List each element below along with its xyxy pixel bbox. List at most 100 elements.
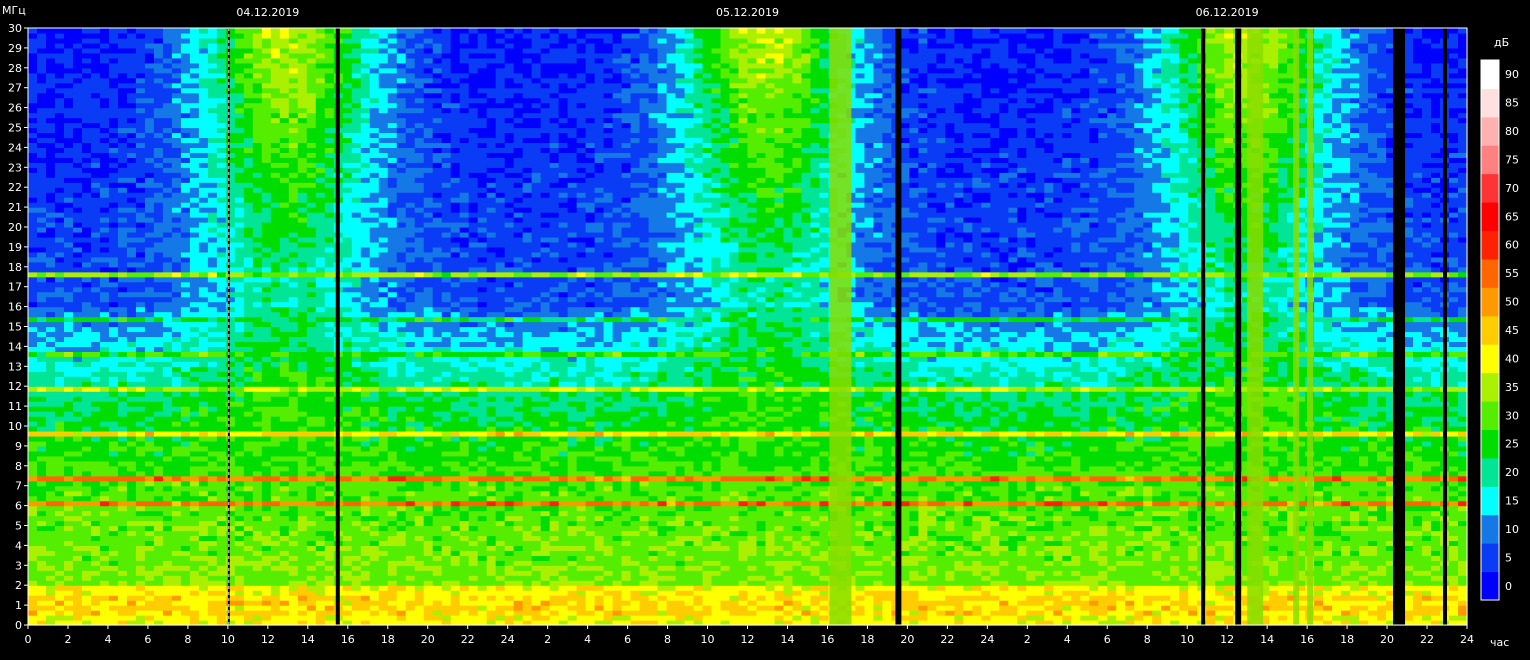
heatmap-cell [225,67,236,74]
heatmap-cell [261,371,272,377]
heatmap-cell [45,107,56,114]
heatmap-cell [360,286,371,293]
heatmap-cell [288,147,299,153]
heatmap-cell [54,167,65,173]
heatmap-cell [387,460,398,467]
heatmap-cell [360,530,371,537]
heatmap-cell [180,435,191,442]
heatmap-cell [198,560,209,566]
heatmap-cell [306,316,317,323]
heatmap-cell [171,460,182,467]
heatmap-cell [189,416,200,422]
heatmap-cell [180,202,191,208]
heatmap-cell [288,331,299,338]
heatmap-cell [54,142,65,148]
heatmap-cell [189,366,200,372]
heatmap-cell [180,610,191,616]
heatmap-cell [378,411,389,417]
heatmap-cell [360,416,371,422]
heatmap-cell [162,510,173,517]
heatmap-cell [63,167,74,173]
heatmap-cell [261,460,272,467]
heatmap-cell [252,366,263,372]
heatmap-cell [234,157,245,163]
heatmap-cell [252,361,263,367]
heatmap-cell [279,540,290,546]
heatmap-cell [180,82,191,89]
heatmap-cell [297,172,308,178]
heatmap-cell [28,117,38,124]
heatmap-cell [351,490,362,497]
heatmap-cell [288,416,299,422]
heatmap-cell [153,266,164,273]
heatmap-cell [180,92,191,99]
heatmap-cell [378,445,389,452]
heatmap-cell [72,311,83,318]
heatmap-cell [135,296,146,303]
heatmap-cell [153,227,164,233]
heatmap-cell [198,137,209,144]
heatmap-cell [378,555,389,561]
heatmap-cell [45,157,56,163]
heatmap-cell [279,187,290,193]
heatmap-cell [387,152,398,158]
heatmap-cell [180,47,191,54]
heatmap-cell [198,276,209,283]
heatmap-cell [72,465,83,472]
heatmap-cell [99,212,110,218]
heatmap-cell [162,37,173,44]
heatmap-cell [207,52,218,59]
heatmap-cell [387,192,398,198]
heatmap-cell [90,485,101,492]
heatmap-cell [306,440,317,447]
heatmap-cell [207,62,218,69]
heatmap-cell [378,207,389,213]
heatmap-cell [288,37,299,44]
heatmap-cell [369,495,380,502]
heatmap-cell [108,540,119,546]
heatmap-cell [351,227,362,233]
heatmap-cell [180,192,191,198]
heatmap-cell [72,296,83,303]
heatmap-cell [81,217,92,223]
heatmap-cell [198,545,209,551]
heatmap-cell [189,82,200,89]
heatmap-cell [360,281,371,288]
heatmap-cell [45,411,56,417]
heatmap-cell [369,575,380,581]
heatmap-cell [36,500,47,507]
heatmap-cell [360,266,371,273]
heatmap-cell [198,416,209,422]
heatmap-cell [171,490,182,497]
heatmap-cell [144,281,155,288]
heatmap-cell [198,57,209,64]
heatmap-cell [81,32,92,39]
heatmap-cell [36,57,47,64]
heatmap-cell [45,212,56,218]
heatmap-cell [126,92,137,99]
heatmap-cell [207,212,218,218]
heatmap-cell [108,202,119,208]
heatmap-cell [360,585,371,591]
heatmap-cell [306,595,317,601]
heatmap-cell [360,440,371,447]
heatmap-cell [180,291,191,298]
heatmap-cell [135,52,146,59]
heatmap-cell [369,256,380,263]
heatmap-cell [270,316,281,323]
heatmap-cell [45,530,56,537]
heatmap-cell [369,316,380,323]
heatmap-cell [279,276,290,283]
heatmap-cell [225,207,236,213]
heatmap-cell [207,495,218,502]
heatmap-cell [81,122,92,129]
heatmap-cell [270,326,281,333]
heatmap-cell [171,530,182,537]
heatmap-cell [252,241,263,248]
heatmap-cell [117,341,128,347]
heatmap-cell [315,600,326,606]
heatmap-cell [225,391,236,397]
heatmap-cell [396,301,407,308]
heatmap-cell [243,495,254,502]
heatmap-cell [63,376,74,382]
